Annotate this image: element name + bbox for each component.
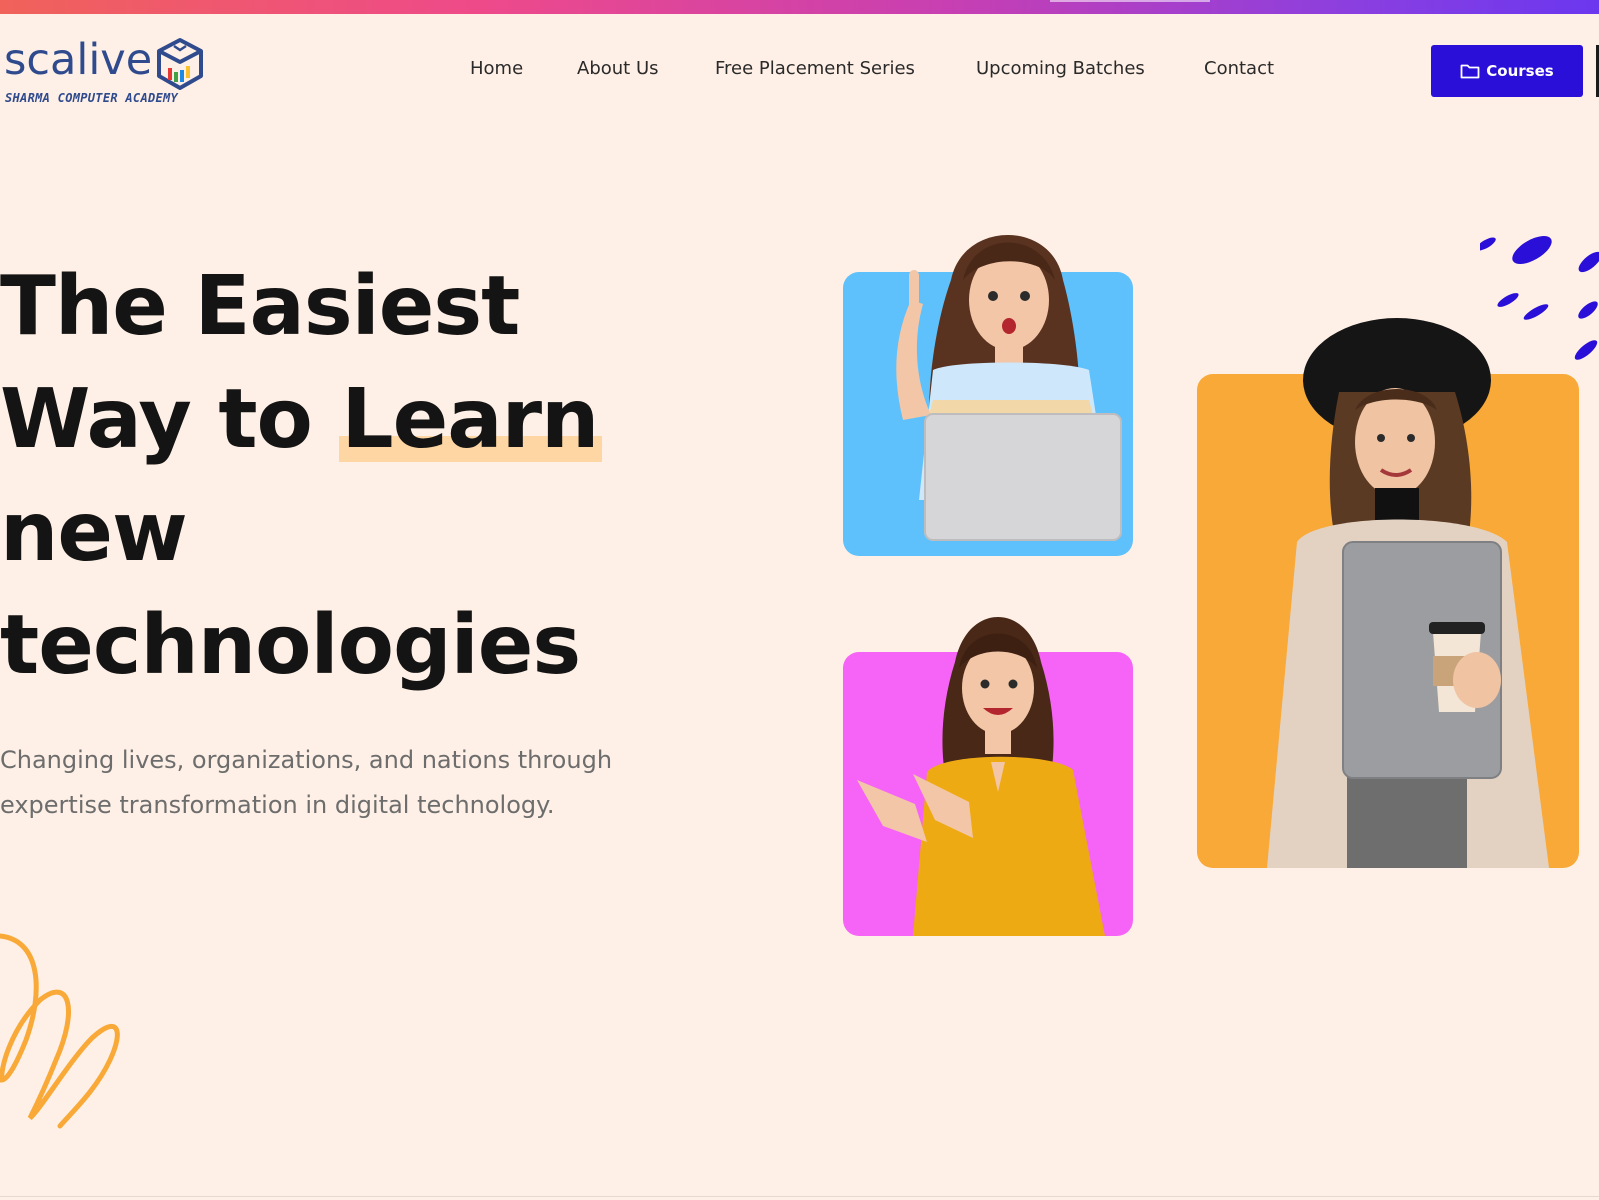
headline-line-2: Way to Learn — [0, 363, 720, 476]
student-image-card-pink — [843, 617, 1133, 936]
courses-button[interactable]: Courses — [1431, 45, 1583, 97]
nav-home[interactable]: Home — [470, 58, 523, 79]
student-photo-pointing-side — [857, 617, 1105, 936]
top-gradient-bar — [0, 0, 1599, 14]
hero-subtitle-line-2: expertise transformation in digital tech… — [0, 791, 555, 819]
decorative-brush-dots — [1480, 236, 1599, 360]
headline-line-2-text: Way to — [0, 372, 340, 467]
student-image-card-blue — [843, 235, 1133, 556]
student-image-card-orange — [1197, 318, 1579, 868]
nav-upcoming-batches[interactable]: Upcoming Batches — [976, 58, 1145, 79]
headline-line-1: The Easiest — [0, 259, 520, 354]
hero-headline: The Easiest Way to Learn new technologie… — [0, 250, 720, 702]
decorative-squiggle — [0, 933, 120, 1129]
nav-contact[interactable]: Contact — [1204, 58, 1274, 79]
hero-subtitle-line-1: Changing lives, organizations, and natio… — [0, 746, 613, 774]
student-photo-holding-laptop — [1267, 318, 1549, 868]
logo-tagline: SHARMA COMPUTER ACADEMY — [5, 91, 179, 105]
headline-line-4: technologies — [0, 598, 581, 693]
headline-highlight: Learn — [339, 363, 603, 476]
section-divider — [0, 1196, 1599, 1197]
hero-subtitle: Changing lives, organizations, and natio… — [0, 738, 660, 828]
folder-icon — [1460, 64, 1480, 79]
nav-about-us[interactable]: About Us — [577, 58, 659, 79]
headline-line-3: new — [0, 485, 188, 580]
student-photo-pointing-up — [896, 235, 1122, 541]
nav-free-placement-series[interactable]: Free Placement Series — [715, 58, 915, 79]
main-navigation: Home About Us Free Placement Series Upco… — [0, 58, 1599, 84]
courses-button-label: Courses — [1486, 62, 1554, 80]
